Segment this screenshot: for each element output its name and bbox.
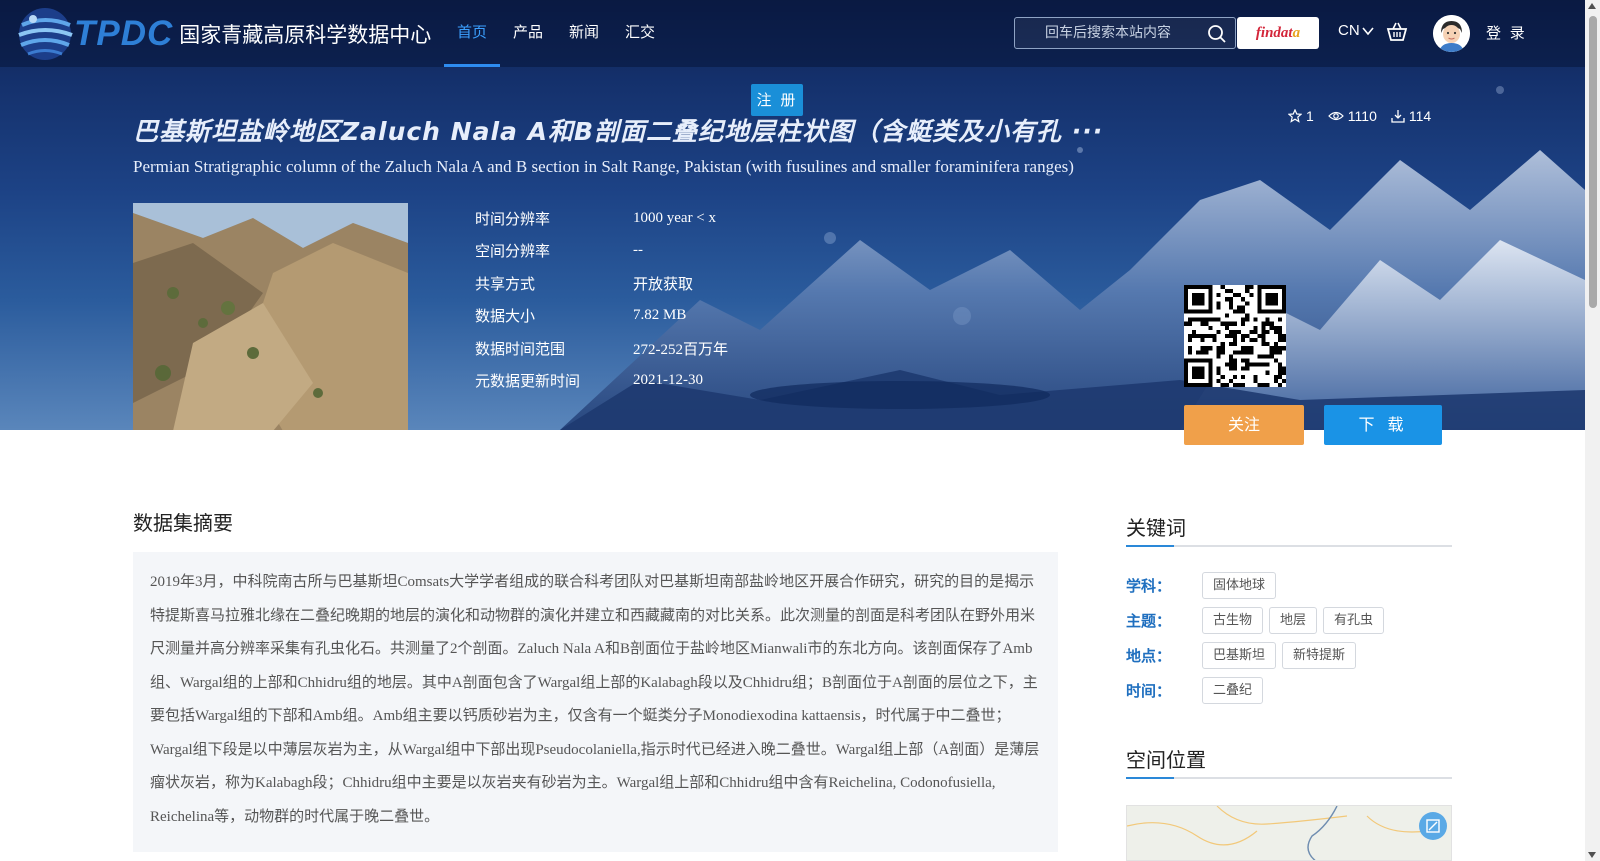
hero-banner: TPDC 国家青藏高原科学数据中心 首页 产品 新闻 汇交 findata CN… [0, 0, 1585, 430]
meta-key: 数据大小 [475, 307, 536, 326]
spatial-divider [1126, 777, 1452, 779]
abstract-title: 数据集摘要 [133, 511, 233, 535]
keyword-tag[interactable]: 有孔虫 [1323, 607, 1385, 634]
meta-row: 时间分辨率 1000 year < x [475, 202, 728, 235]
spatial-map[interactable] [1126, 805, 1452, 861]
meta-row: 共享方式 开放获取 [475, 267, 728, 300]
star-count: 1 [1306, 108, 1314, 124]
meta-value: 开放获取 [633, 276, 694, 293]
site-logo[interactable]: TPDC 国家青藏高原科学数据中心 [14, 3, 431, 65]
dataset-stats: 1 1110 114 [1288, 108, 1431, 124]
keyword-tag[interactable]: 巴基斯坦 [1202, 642, 1277, 669]
meta-key: 元数据更新时间 [475, 372, 581, 391]
meta-key: 数据时间范围 [475, 339, 566, 358]
dataset-title-en: Permian Stratigraphic column of the Zalu… [133, 157, 1074, 176]
dataset-title-cn: 巴基斯坦盐岭地区Zaluch Nala A和B剖面二叠纪地层柱状图（含蜓类及小有… [133, 117, 1104, 146]
keyword-tag[interactable]: 地层 [1269, 607, 1318, 634]
download-icon [1391, 110, 1405, 123]
meta-row: 空间分辨率 -- [475, 235, 728, 268]
keyword-label: 时间： [1126, 682, 1172, 700]
nav-home[interactable]: 首页 [444, 0, 501, 67]
page-scrollbar[interactable] [1585, 0, 1600, 861]
meta-value: 7.82 MB [633, 307, 687, 324]
meta-row: 数据大小 7.82 MB [475, 300, 728, 333]
meta-key: 共享方式 [475, 274, 536, 293]
dataset-metadata: 时间分辨率 1000 year < x 空间分辨率 -- 共享方式 开放获取 数据大小… [475, 202, 728, 397]
star-icon [1288, 109, 1302, 123]
nav-products[interactable]: 产品 [500, 0, 556, 67]
search-input[interactable] [1015, 18, 1205, 48]
scroll-down-arrow-icon[interactable] [1588, 852, 1596, 858]
keyword-tag[interactable]: 固体地球 [1202, 572, 1277, 599]
keyword-row-place: 地点： 巴基斯坦 新特提斯 [1126, 642, 1362, 669]
meta-value: 1000 year < x [633, 209, 717, 226]
findata-button[interactable]: findata [1237, 17, 1319, 49]
main-nav: 首页 产品 新闻 汇交 [444, 0, 668, 67]
meta-row: 数据时间范围 272-252百万年 [475, 332, 728, 365]
meta-key: 时间分辨率 [475, 209, 551, 228]
download-stat: 114 [1391, 108, 1431, 124]
keywords-divider [1126, 545, 1452, 547]
keyword-row-theme: 主题： 古生物 地层 有孔虫 [1126, 607, 1390, 634]
keyword-tag[interactable]: 二叠纪 [1202, 677, 1264, 704]
logo-tpdc-text: TPDC [74, 14, 174, 53]
language-label: CN [1338, 22, 1360, 39]
fullscreen-icon[interactable] [1419, 812, 1447, 840]
abstract-body: 2019年3月，中科院南古所与巴基斯坦Comsats大学学者组成的联合科考团队对… [133, 552, 1058, 852]
keyword-label: 主题： [1126, 612, 1172, 630]
nav-news[interactable]: 新闻 [556, 0, 612, 67]
scroll-up-arrow-icon[interactable] [1588, 3, 1596, 9]
eye-icon [1327, 111, 1344, 121]
spatial-title: 空间位置 [1126, 748, 1206, 772]
keyword-tag[interactable]: 新特提斯 [1282, 642, 1357, 669]
search-icon[interactable] [1207, 24, 1227, 48]
dataset-thumbnail [133, 203, 408, 430]
meta-value: 2021-12-30 [633, 372, 703, 389]
keyword-row-time: 时间： 二叠纪 [1126, 677, 1269, 704]
cart-icon[interactable] [1386, 22, 1408, 46]
scroll-thumb[interactable] [1589, 16, 1597, 308]
keywords-title: 关键词 [1126, 516, 1186, 540]
language-selector[interactable]: CN [1338, 22, 1374, 39]
download-count: 114 [1408, 108, 1432, 124]
download-button[interactable]: 下 载 [1324, 405, 1442, 445]
top-navigation-bar: TPDC 国家青藏高原科学数据中心 首页 产品 新闻 汇交 findata CN… [0, 0, 1585, 67]
findata-label: findata [1255, 24, 1301, 41]
keyword-label: 地点： [1126, 647, 1172, 665]
logo-chinese-text: 国家青藏高原科学数据中心 [179, 23, 432, 47]
avatar[interactable] [1433, 15, 1470, 52]
search-box [1014, 17, 1236, 49]
keyword-row-discipline: 学科： 固体地球 [1126, 572, 1282, 599]
globe-logo-icon [14, 3, 76, 65]
nav-submit[interactable]: 汇交 [612, 0, 668, 67]
meta-row: 元数据更新时间 2021-12-30 [475, 365, 728, 398]
qr-code [1184, 285, 1286, 387]
follow-button[interactable]: 关注 [1184, 405, 1304, 445]
star-stat[interactable]: 1 [1288, 108, 1314, 124]
chevron-down-icon [1362, 26, 1374, 35]
meta-key: 空间分辨率 [475, 242, 551, 261]
keyword-label: 学科： [1126, 577, 1172, 595]
view-count: 1110 [1347, 108, 1377, 124]
login-link[interactable]: 登 录 [1486, 22, 1527, 43]
keyword-tag[interactable]: 古生物 [1202, 607, 1264, 634]
meta-value: -- [633, 242, 643, 259]
view-stat: 1110 [1327, 108, 1377, 124]
meta-value: 272-252百万年 [633, 341, 728, 358]
